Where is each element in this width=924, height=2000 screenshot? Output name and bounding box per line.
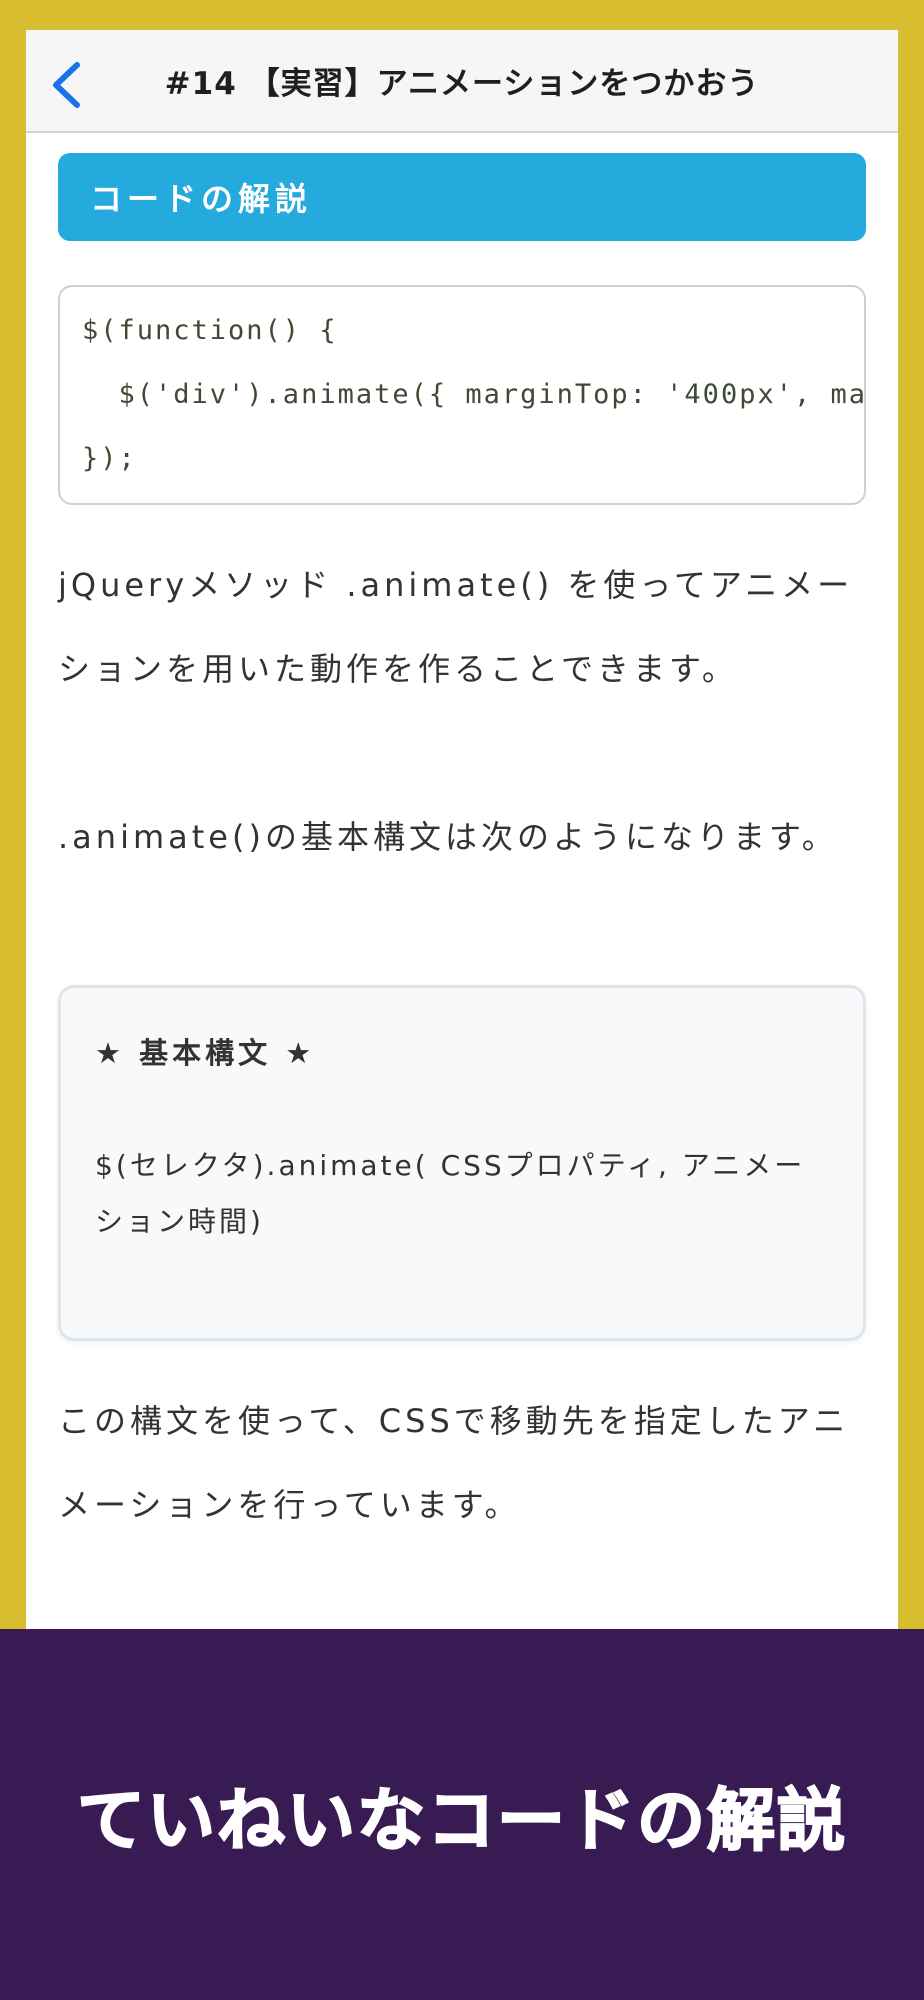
syntax-body: $(セレクタ).animate( CSSプロパティ, アニメーション時間)	[95, 1149, 806, 1238]
code-block[interactable]: $(function() { $('div').animate({ margin…	[58, 285, 866, 505]
app-screen: #14 【実習】アニメーションをつかおう コードの解説 $(function()…	[26, 30, 898, 1630]
code-line: });	[82, 443, 137, 474]
syntax-intro-paragraph: .animate()の基本構文は次のようになります。	[58, 818, 838, 856]
explanation-paragraph: jQueryメソッド .animate() を使ってアニメーションを用いた動作を…	[58, 566, 854, 688]
section-heading: コードの解説	[58, 153, 866, 241]
summary-paragraph: この構文を使って、CSSで移動先を指定したアニメーションを行っています。	[58, 1402, 850, 1524]
navigation-bar: #14 【実習】アニメーションをつかおう	[26, 30, 898, 133]
promo-banner: ていねいなコードの解説	[0, 1629, 924, 2000]
syntax-box: ★ 基本構文 ★ $(セレクタ).animate( CSSプロパティ, アニメー…	[58, 985, 866, 1341]
syntax-title: ★ 基本構文 ★	[95, 1036, 316, 1070]
back-button[interactable]	[44, 60, 88, 110]
lesson-content: コードの解説 $(function() { $('div').animate({…	[58, 153, 866, 1547]
code-line: $('div').animate({ marginTop: '400px', m…	[118, 379, 866, 410]
code-line: $(function() {	[82, 315, 338, 346]
page-title: #14 【実習】アニメーションをつかおう	[164, 66, 760, 102]
banner-caption: ていねいなコードの解説	[76, 1781, 847, 1862]
chevron-left-icon	[53, 62, 80, 108]
